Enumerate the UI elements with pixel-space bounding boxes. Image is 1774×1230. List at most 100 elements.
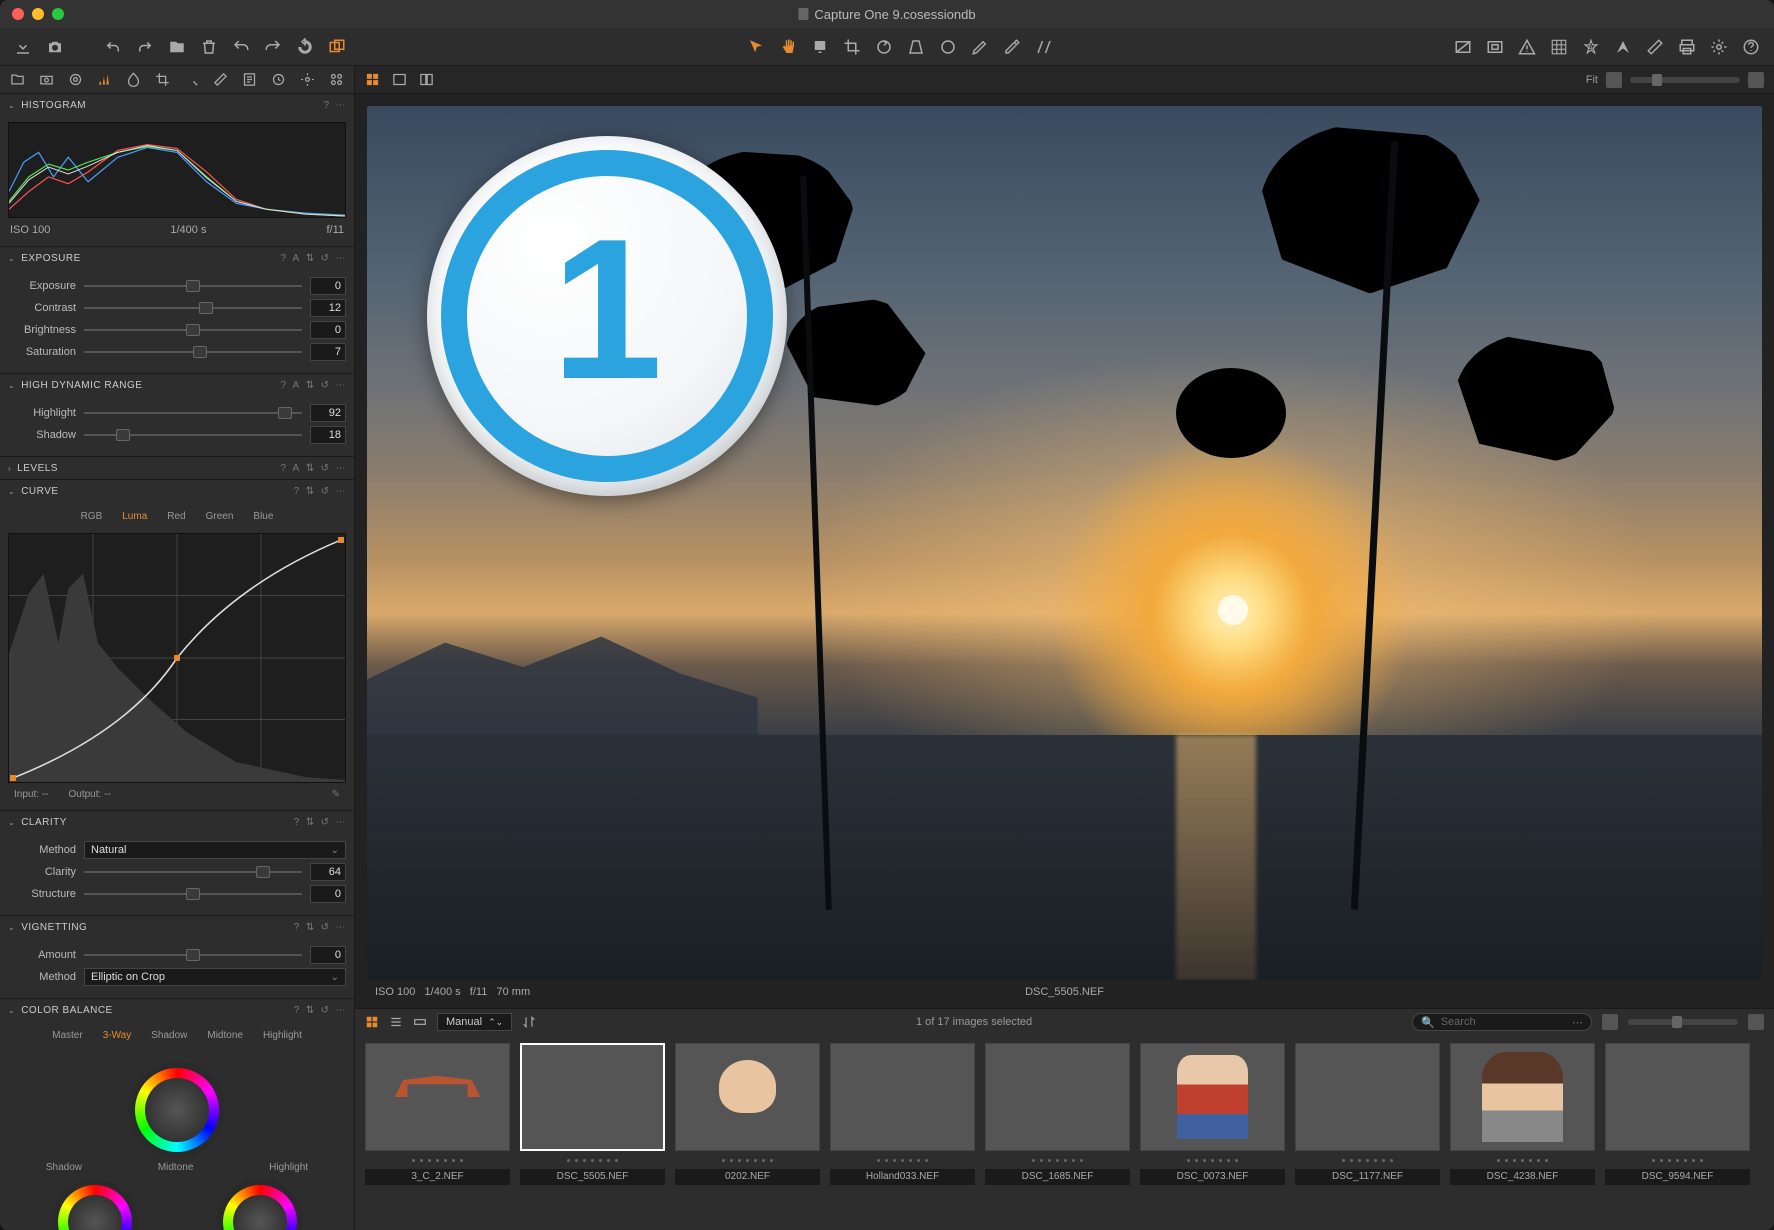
thumbnail[interactable]: DSC_4238.NEF bbox=[1450, 1043, 1595, 1226]
sort-direction-icon[interactable] bbox=[522, 1015, 536, 1029]
process-icon[interactable] bbox=[1614, 38, 1632, 56]
tab-green[interactable]: Green bbox=[196, 508, 244, 525]
thumbnail[interactable]: 3_C_2.NEF bbox=[365, 1043, 510, 1226]
panel-menu-icon[interactable]: ⋯ bbox=[336, 922, 347, 933]
panel-help-icon[interactable]: ? bbox=[294, 817, 300, 828]
slider-value[interactable]: 0 bbox=[310, 277, 346, 295]
browser-search[interactable]: 🔍 Search ⋯ bbox=[1412, 1013, 1592, 1031]
search-more-icon[interactable]: ⋯ bbox=[1572, 1016, 1583, 1029]
levels-header[interactable]: › LEVELS ?A⇅↺⋯ bbox=[0, 457, 354, 479]
thumbnail[interactable]: DSC_1685.NEF bbox=[985, 1043, 1130, 1226]
details-tab-icon[interactable] bbox=[184, 72, 199, 87]
copy-adjustments-icon[interactable] bbox=[1035, 38, 1053, 56]
zoom-window-button[interactable] bbox=[52, 8, 64, 20]
clarity-header[interactable]: ⌄ CLARITY ?⇅↺⋯ bbox=[0, 811, 354, 833]
thumbnail[interactable]: DSC_0073.NEF bbox=[1140, 1043, 1285, 1226]
rotate-tool-icon[interactable] bbox=[875, 38, 893, 56]
rating-dots[interactable] bbox=[365, 1155, 510, 1165]
panel-menu-icon[interactable]: ⋯ bbox=[336, 463, 347, 474]
view-multi-icon[interactable] bbox=[419, 72, 434, 87]
crop-icon[interactable] bbox=[843, 38, 861, 56]
slider-value[interactable]: 0 bbox=[310, 885, 346, 903]
focus-mask-icon[interactable] bbox=[1486, 38, 1504, 56]
tab-highlight[interactable]: Highlight bbox=[253, 1027, 312, 1044]
slider-value[interactable]: 0 bbox=[310, 321, 346, 339]
proof-profile-icon[interactable] bbox=[1606, 72, 1622, 88]
rating-filter-icon[interactable] bbox=[1602, 1014, 1618, 1030]
reset-icon[interactable] bbox=[296, 38, 314, 56]
image-viewer[interactable]: 1 ISO 100 1/400 s f/11 70 mm DSC_5505.NE… bbox=[355, 94, 1774, 1008]
metadata-tab-icon[interactable] bbox=[242, 72, 257, 87]
trash-icon[interactable] bbox=[200, 38, 218, 56]
color-balance-header[interactable]: ⌄ COLOR BALANCE ?⇅↺⋯ bbox=[0, 999, 354, 1021]
panel-reset-icon[interactable]: ↺ bbox=[321, 253, 330, 264]
rating-dots[interactable] bbox=[1450, 1155, 1595, 1165]
panel-help-icon[interactable]: ? bbox=[294, 922, 300, 933]
panel-reset-icon[interactable]: ↺ bbox=[321, 463, 330, 474]
slider-value[interactable]: 64 bbox=[310, 863, 346, 881]
panel-copy-icon[interactable]: ⇅ bbox=[306, 253, 315, 264]
panel-help-icon[interactable]: ? bbox=[294, 486, 300, 497]
curve-header[interactable]: ⌄ CURVE ?⇅↺⋯ bbox=[0, 480, 354, 502]
edit-with-icon[interactable] bbox=[1646, 38, 1664, 56]
help-icon[interactable] bbox=[1742, 38, 1760, 56]
library-tab-icon[interactable] bbox=[10, 72, 25, 87]
vignetting-method-select[interactable]: Elliptic on Crop bbox=[84, 968, 346, 986]
slider-track[interactable] bbox=[84, 279, 302, 293]
clarity-method-select[interactable]: Natural bbox=[84, 841, 346, 859]
panel-reset-icon[interactable]: ↺ bbox=[321, 817, 330, 828]
capture-icon[interactable] bbox=[46, 38, 64, 56]
keystone-icon[interactable] bbox=[907, 38, 925, 56]
slider-track[interactable] bbox=[84, 948, 302, 962]
exposure-tab-icon[interactable] bbox=[97, 72, 112, 87]
view-grid-icon[interactable] bbox=[365, 72, 380, 87]
eyedropper-icon[interactable] bbox=[1003, 38, 1021, 56]
panel-menu-icon[interactable]: ⋯ bbox=[336, 486, 347, 497]
panel-help-icon[interactable]: ? bbox=[280, 463, 286, 474]
panel-help-icon[interactable]: ? bbox=[280, 380, 286, 391]
preferences-icon[interactable] bbox=[1710, 38, 1728, 56]
exposure-header[interactable]: ⌄ EXPOSURE ?A⇅↺⋯ bbox=[0, 247, 354, 269]
warnings-icon[interactable] bbox=[1518, 38, 1536, 56]
panel-copy-icon[interactable]: ⇅ bbox=[306, 922, 315, 933]
tab-shadow[interactable]: Shadow bbox=[141, 1027, 197, 1044]
panel-reset-icon[interactable]: ↺ bbox=[321, 922, 330, 933]
import-icon[interactable] bbox=[14, 38, 32, 56]
tab-blue[interactable]: Blue bbox=[243, 508, 283, 525]
output-tab-icon[interactable] bbox=[271, 72, 286, 87]
panel-menu-icon[interactable]: ⋯ bbox=[336, 817, 347, 828]
panel-menu-icon[interactable]: ⋯ bbox=[336, 100, 347, 111]
undo-icon[interactable] bbox=[232, 38, 250, 56]
slider-value[interactable]: 18 bbox=[310, 426, 346, 444]
tab-master[interactable]: Master bbox=[42, 1027, 93, 1044]
tab-3-way[interactable]: 3-Way bbox=[93, 1027, 142, 1044]
lens-tab-icon[interactable] bbox=[68, 72, 83, 87]
batch-tab-icon[interactable] bbox=[329, 72, 344, 87]
move-to-icon[interactable] bbox=[168, 38, 186, 56]
panel-menu-icon[interactable]: ⋯ bbox=[336, 380, 347, 391]
slider-track[interactable] bbox=[84, 406, 302, 420]
slider-track[interactable] bbox=[84, 865, 302, 879]
midtone-wheel[interactable] bbox=[129, 1062, 225, 1158]
zoom-slider[interactable] bbox=[1630, 77, 1740, 83]
browser-user-icon[interactable] bbox=[1748, 1014, 1764, 1030]
panel-reset-icon[interactable]: ↺ bbox=[321, 1005, 330, 1016]
print-icon[interactable] bbox=[1678, 38, 1696, 56]
slider-track[interactable] bbox=[84, 323, 302, 337]
panel-auto-icon[interactable]: A bbox=[293, 253, 300, 264]
cursor-select-icon[interactable] bbox=[747, 38, 765, 56]
rating-dots[interactable] bbox=[1605, 1155, 1750, 1165]
capture-tab-icon[interactable] bbox=[39, 72, 54, 87]
browser-grid-icon[interactable] bbox=[365, 1015, 379, 1029]
thumbnail[interactable]: Holland033.NEF bbox=[830, 1043, 975, 1226]
panel-reset-icon[interactable]: ↺ bbox=[321, 380, 330, 391]
thumbnail[interactable]: DSC_5505.NEF bbox=[520, 1043, 665, 1226]
exposure-warning-icon[interactable] bbox=[1454, 38, 1472, 56]
panel-help-icon[interactable]: ? bbox=[294, 1005, 300, 1016]
vignetting-header[interactable]: ⌄ VIGNETTING ?⇅↺⋯ bbox=[0, 916, 354, 938]
panel-copy-icon[interactable]: ⇅ bbox=[306, 463, 315, 474]
curve-editor[interactable] bbox=[8, 533, 346, 783]
auto-icon[interactable]: A bbox=[1582, 38, 1600, 56]
rating-dots[interactable] bbox=[985, 1155, 1130, 1165]
rating-dots[interactable] bbox=[675, 1155, 820, 1165]
